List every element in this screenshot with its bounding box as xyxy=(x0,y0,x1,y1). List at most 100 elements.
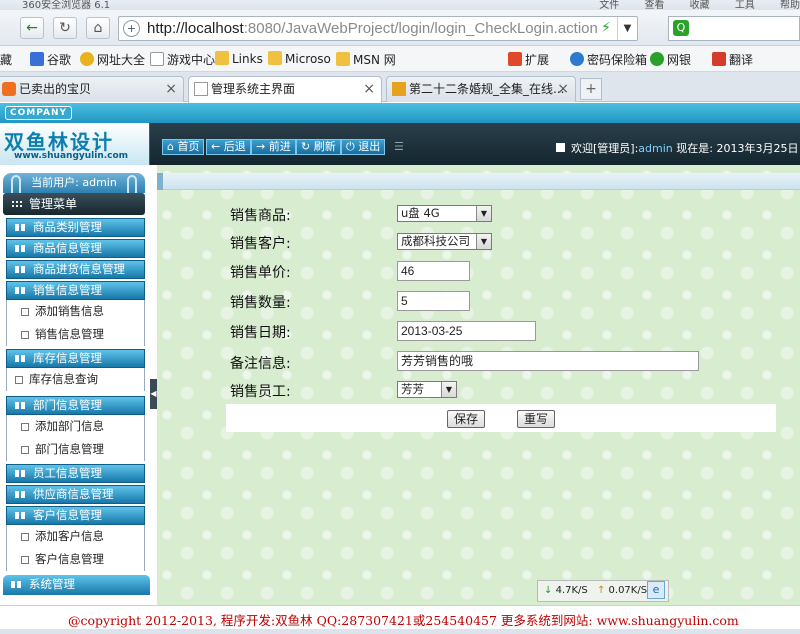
address-dropdown-icon[interactable]: ▼ xyxy=(617,17,637,40)
address-bar[interactable]: + http://localhost:8080/JavaWebProject/l… xyxy=(118,16,638,41)
close-icon[interactable]: × xyxy=(363,77,375,101)
category-icon xyxy=(15,224,25,231)
browser-titlebar: 360安全浏览器 6.1 文件 查看 收藏 工具 帮助 xyxy=(0,0,800,10)
nav-refresh-button[interactable]: ↻ 刷新 xyxy=(296,139,341,155)
menu-help[interactable]: 帮助 xyxy=(780,0,800,10)
lightning-icon[interactable]: ⚡ xyxy=(601,20,611,36)
quantity-input[interactable]: 5 xyxy=(397,291,470,311)
nav-logout-button[interactable]: ⏻ 退出 xyxy=(341,139,386,155)
sidebar-subitem-add-customer[interactable]: 添加客户信息 xyxy=(6,525,145,548)
category-icon xyxy=(15,245,25,252)
refresh-icon[interactable]: ↻ xyxy=(53,17,77,39)
company-strip: COMPANY xyxy=(0,103,800,123)
security-shield-icon: + xyxy=(123,20,140,37)
save-button[interactable]: 保存 xyxy=(447,410,486,428)
menu-favorites[interactable]: 收藏 xyxy=(690,0,710,10)
search-box[interactable]: Q xyxy=(668,16,800,41)
site-logo: 双鱼林设计 www.shuangyulin.com xyxy=(0,123,150,165)
nav-home-button[interactable]: ⌂ 首页 xyxy=(162,139,205,155)
sidebar-item-supplier-mgmt[interactable]: 供应商信息管理 xyxy=(6,485,145,504)
bullet-box-icon xyxy=(15,376,23,384)
product-select[interactable]: u盘 4G ▼ xyxy=(397,205,492,222)
tab-video[interactable]: 第二十二条婚规_全集_在线... × xyxy=(386,76,576,102)
favorites-item-url-directory[interactable]: 网址大全 xyxy=(80,51,145,68)
form-button-bar: 保存 重写 xyxy=(226,404,776,432)
favorites-item-microsoft[interactable]: Microso xyxy=(268,51,331,66)
tab-sold-items[interactable]: 已卖出的宝贝 × xyxy=(0,76,184,102)
chevron-down-icon[interactable]: ▼ xyxy=(441,382,456,397)
sidebar-item-category-mgmt[interactable]: 商品类别管理 xyxy=(6,218,145,237)
staff-label: 销售员工: xyxy=(230,384,291,400)
back-arrow-icon[interactable]: ← xyxy=(20,17,44,39)
sidebar-item-dept-mgmt[interactable]: 部门信息管理 xyxy=(6,396,145,415)
favorites-item[interactable]: 藏 xyxy=(0,51,12,68)
staff-select[interactable]: 芳芳 ▼ xyxy=(397,381,457,398)
sidebar-subitem-dept-mgmt[interactable]: 部门信息管理 xyxy=(6,438,145,461)
sidebar-subitem-add-sale[interactable]: 添加销售信息 xyxy=(6,300,145,323)
browser-navbar: ← ↻ ⌂ + http://localhost:8080/JavaWebPro… xyxy=(0,10,800,46)
favorites-item-google[interactable]: 谷歌 xyxy=(30,51,71,68)
product-label: 销售商品: xyxy=(230,208,291,224)
page-icon xyxy=(150,52,164,66)
favorites-item-game-center[interactable]: 游戏中心 xyxy=(150,51,215,68)
quantity-label: 销售数量: xyxy=(230,295,291,311)
sidebar-subitem-add-dept[interactable]: 添加部门信息 xyxy=(6,415,145,438)
menu-tools[interactable]: 工具 xyxy=(735,0,755,10)
menu-file[interactable]: 文件 xyxy=(599,0,619,10)
upload-arrow-icon: ↑ xyxy=(596,585,606,596)
sidebar-subitem-inventory-query[interactable]: 库存信息查询 xyxy=(6,368,145,391)
extensions-button[interactable]: 扩展 xyxy=(508,51,549,68)
category-icon xyxy=(15,287,25,294)
home-icon[interactable]: ⌂ xyxy=(86,17,110,39)
favorites-bar: 藏 谷歌 网址大全 游戏中心 Links Microso MSN 网 扩展 密码… xyxy=(0,46,800,72)
nav-back-button[interactable]: ← 后退 xyxy=(206,139,251,155)
date-input[interactable]: 2013-03-25 xyxy=(397,321,536,341)
online-banking-button[interactable]: 网银 xyxy=(650,51,691,68)
sidebar-subitem-sale-mgmt[interactable]: 销售信息管理 xyxy=(6,323,145,346)
ie-mode-icon[interactable]: e xyxy=(647,581,665,599)
page-footer: @copyright 2012-2013, 程序开发:双鱼林 QQ:287307… xyxy=(0,605,800,629)
address-url[interactable]: http://localhost:8080/JavaWebProject/log… xyxy=(147,20,598,37)
translate-button[interactable]: 翻译 xyxy=(712,51,753,68)
sidebar-collapse-handle[interactable]: ◀ xyxy=(150,379,157,409)
password-safe-button[interactable]: 密码保险箱 xyxy=(570,51,647,68)
close-icon[interactable]: × xyxy=(165,77,177,101)
sidebar-item-customer-mgmt[interactable]: 客户信息管理 xyxy=(6,506,145,525)
sidebar-item-purchase-mgmt[interactable]: 商品进货信息管理 xyxy=(6,260,145,279)
content-top-strip xyxy=(157,173,800,190)
chevron-down-icon[interactable]: ▼ xyxy=(476,206,491,221)
tab-admin-main[interactable]: 管理系统主界面 × xyxy=(188,76,382,103)
note-label: 备注信息: xyxy=(230,356,291,372)
bank-icon xyxy=(650,52,664,66)
sidebar-item-staff-mgmt[interactable]: 员工信息管理 xyxy=(6,464,145,483)
translate-icon xyxy=(712,52,726,66)
sidebar-item-system-mgmt[interactable]: 系统管理 xyxy=(3,575,150,595)
copyright-text: @copyright 2012-2013, 程序开发:双鱼林 QQ:287307… xyxy=(68,613,739,628)
favorites-item-msn[interactable]: MSN 网 xyxy=(336,51,396,68)
download-speed: 4.7K/S xyxy=(555,585,588,596)
price-input[interactable]: 46 xyxy=(397,261,470,281)
current-user-label: 当前用户: admin xyxy=(31,176,117,189)
bullet-box-icon xyxy=(21,423,29,431)
close-icon[interactable]: × xyxy=(557,77,569,101)
star-icon xyxy=(80,52,94,66)
browser-title: 360安全浏览器 6.1 xyxy=(22,0,111,10)
sidebar-item-sales-mgmt[interactable]: 销售信息管理 xyxy=(6,281,145,300)
sidebar-item-product-mgmt[interactable]: 商品信息管理 xyxy=(6,239,145,258)
new-tab-button[interactable]: + xyxy=(580,78,602,100)
search-engine-icon[interactable]: Q xyxy=(673,20,689,36)
category-icon xyxy=(15,512,25,519)
chevron-down-icon[interactable]: ▼ xyxy=(476,234,491,249)
folder-icon xyxy=(215,51,229,65)
customer-label: 销售客户: xyxy=(230,236,291,252)
sidebar-subitem-customer-mgmt[interactable]: 客户信息管理 xyxy=(6,548,145,571)
category-icon xyxy=(15,266,25,273)
note-input[interactable]: 芳芳销售的哦 xyxy=(397,351,699,371)
favorites-item-links[interactable]: Links xyxy=(215,51,263,66)
sidebar-item-inventory-mgmt[interactable]: 库存信息管理 xyxy=(6,349,145,368)
customer-select[interactable]: 成都科技公司 ▼ xyxy=(397,233,492,250)
key-icon xyxy=(570,52,584,66)
reset-button[interactable]: 重写 xyxy=(517,410,556,428)
menu-view[interactable]: 查看 xyxy=(644,0,664,10)
nav-forward-button[interactable]: → 前进 xyxy=(251,139,296,155)
